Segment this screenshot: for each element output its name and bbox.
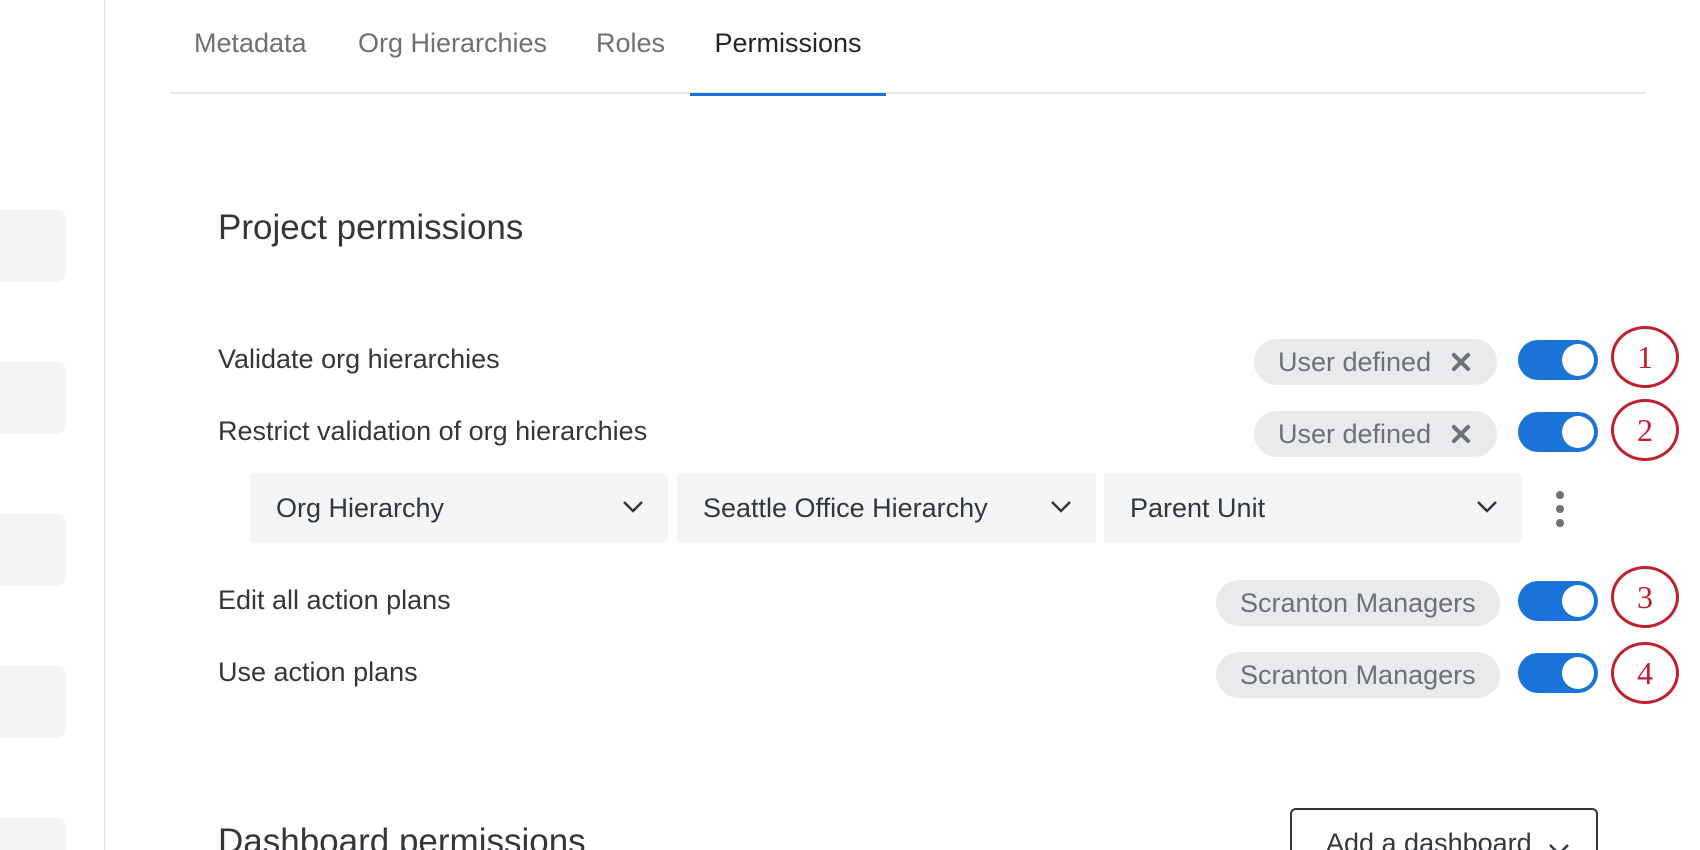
role-chip-label: User defined (1278, 346, 1432, 377)
sidebar-item-placeholder[interactable] (0, 514, 66, 586)
role-chip-label: Scranton Managers (1240, 659, 1476, 690)
tab-metadata[interactable]: Metadata (194, 0, 307, 94)
role-chip[interactable]: User defined (1254, 411, 1498, 457)
tab-permissions[interactable]: Permissions (690, 0, 886, 96)
select-value: Org Hierarchy (276, 492, 445, 523)
chevron-down-icon (1051, 501, 1071, 513)
dashboard-permissions-title: Dashboard permissions (218, 822, 586, 850)
tab-bar: Metadata Org Hierarchies Roles Permissio… (170, 0, 1646, 96)
permission-label-use-action-plans: Use action plans (218, 657, 418, 687)
permission-toggle-use-action-plans[interactable] (1518, 653, 1598, 693)
callout-marker: 2 (1611, 399, 1679, 461)
permission-toggle-validate-org-hierarchies[interactable] (1518, 340, 1598, 380)
permission-toggle-edit-all-action-plans[interactable] (1518, 581, 1598, 621)
toggle-knob (1562, 585, 1594, 617)
project-permissions-title: Project permissions (218, 208, 524, 247)
callout-marker: 3 (1611, 566, 1679, 628)
chevron-down-icon (1549, 844, 1569, 850)
toggle-knob (1562, 657, 1594, 689)
role-chip[interactable]: User defined (1254, 339, 1498, 385)
toggle-knob (1562, 416, 1594, 448)
add-dashboard-button[interactable]: Add a dashboard (1290, 808, 1598, 850)
tab-org-hierarchies[interactable]: Org Hierarchies (358, 0, 547, 94)
hierarchy-select[interactable]: Seattle Office Hierarchy (677, 473, 1096, 543)
permission-toggle-restrict-validation[interactable] (1518, 412, 1598, 452)
select-value: Seattle Office Hierarchy (703, 492, 988, 523)
add-dashboard-label: Add a dashboard (1326, 828, 1532, 850)
sidebar-item-placeholder[interactable] (0, 818, 66, 850)
chevron-down-icon (623, 501, 643, 513)
more-options-icon[interactable] (1548, 489, 1572, 529)
role-chip[interactable]: Scranton Managers (1216, 580, 1500, 626)
sidebar-item-placeholder[interactable] (0, 210, 66, 282)
unit-level-select[interactable]: Parent Unit (1104, 473, 1522, 543)
org-hierarchy-type-select[interactable]: Org Hierarchy (250, 473, 668, 543)
tab-roles[interactable]: Roles (596, 0, 665, 94)
callout-marker: 4 (1611, 642, 1679, 704)
close-icon[interactable] (1449, 350, 1473, 374)
left-sidebar (0, 0, 105, 850)
toggle-knob (1562, 344, 1594, 376)
permission-label-restrict-validation: Restrict validation of org hierarchies (218, 416, 648, 446)
permission-label-validate-org-hierarchies: Validate org hierarchies (218, 344, 500, 374)
role-chip-label: Scranton Managers (1240, 587, 1476, 618)
permissions-page: Metadata Org Hierarchies Roles Permissio… (0, 0, 1700, 850)
chevron-down-icon (1477, 501, 1497, 513)
close-icon[interactable] (1449, 422, 1473, 446)
permission-label-edit-all-action-plans: Edit all action plans (218, 585, 451, 615)
role-chip-label: User defined (1278, 418, 1432, 449)
sidebar-item-placeholder[interactable] (0, 666, 66, 738)
role-chip[interactable]: Scranton Managers (1216, 652, 1500, 698)
sidebar-item-placeholder[interactable] (0, 362, 66, 434)
select-value: Parent Unit (1130, 492, 1266, 523)
callout-marker: 1 (1611, 326, 1679, 388)
